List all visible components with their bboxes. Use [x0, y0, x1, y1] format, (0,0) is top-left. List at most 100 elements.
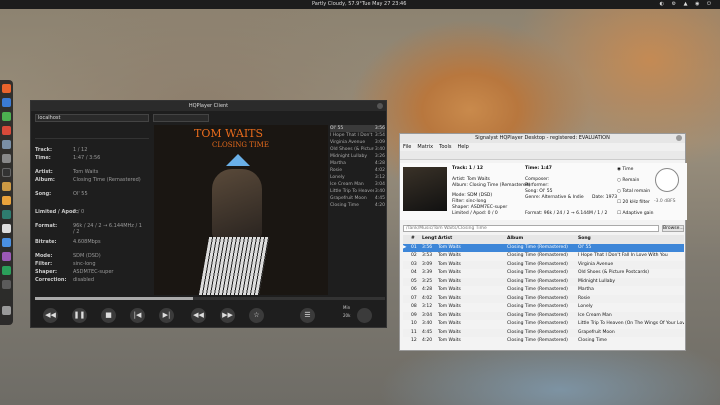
power-button[interactable] [357, 308, 372, 323]
menu-tools[interactable]: Tools [439, 144, 451, 150]
stop-button[interactable]: ■ [101, 308, 116, 323]
settings-icon[interactable] [2, 154, 11, 163]
seek-bar[interactable] [35, 297, 385, 300]
table-row[interactable]: 06 4:28 Tom Waits Closing Time (Remastered)… [403, 286, 684, 295]
volume-value: -3.0 dBFS [654, 199, 676, 204]
table-row[interactable]: 10 3:40 Tom Waits Closing Time (Remastered)… [403, 320, 684, 329]
playlist-item[interactable]: Lonely 3:12 [330, 174, 385, 181]
table-row[interactable]: 04 3:39 Tom Waits Closing Time (Remastered)… [403, 269, 684, 278]
pause-button[interactable]: ❚❚ [72, 308, 87, 323]
playlist-item[interactable]: Ice Cream Man 3:04 [330, 181, 385, 188]
table-row[interactable]: 07 4:02 Tom Waits Closing Time (Remastered)… [403, 294, 684, 303]
mail-icon[interactable] [2, 126, 11, 135]
option-remain[interactable]: ○ Remain [617, 178, 639, 183]
playlist-item[interactable]: Closing Time 4:20 [330, 202, 385, 209]
table-cell: Tom Waits [438, 244, 461, 250]
files-icon[interactable] [2, 140, 11, 149]
calendar-icon[interactable] [2, 224, 11, 233]
table-row[interactable]: 02 3:53 Tom Waits Closing Time (Remastered)… [403, 252, 684, 261]
playlist-item[interactable]: Martha 4:28 [330, 160, 385, 167]
column-header[interactable]: # [411, 235, 421, 244]
system-tray[interactable]: ◐ ⚙ ▲ ◉ ⏻ [660, 1, 714, 7]
column-header[interactable]: Album [507, 235, 577, 244]
playlist-item[interactable]: Virginia Avenue 3:09 [330, 139, 385, 146]
column-header[interactable]: Artist [438, 235, 506, 244]
option-time[interactable]: ◉ Time [617, 167, 633, 172]
artist-value: Tom Waits [73, 169, 99, 175]
previous-button[interactable]: |◀ [130, 308, 145, 323]
playlist-item[interactable]: Grapefruit Moon 4:45 [330, 195, 385, 202]
table-row[interactable]: 05 3:25 Tom Waits Closing Time (Remastered)… [403, 277, 684, 286]
table-row[interactable]: 12 4:20 Tom Waits Closing Time (Remastered)… [403, 337, 684, 346]
artist-field: Artist: Tom Waits [452, 177, 490, 182]
back-button[interactable]: ◀◀ [43, 308, 58, 323]
column-header[interactable]: Song [578, 235, 684, 244]
close-icon[interactable] [377, 103, 383, 109]
profile-selector[interactable] [153, 114, 209, 122]
playlist-item-title: Lonely [330, 175, 345, 180]
host-selector[interactable]: localhost [35, 114, 149, 122]
hqplayer-icon[interactable] [2, 280, 11, 289]
chrome-icon[interactable] [2, 112, 11, 121]
option-total-remain[interactable]: ○ Total remain [617, 189, 650, 194]
close-icon[interactable] [676, 135, 682, 141]
store-icon[interactable] [2, 252, 11, 261]
table-row[interactable]: 03 3:09 Tom Waits Closing Time (Remastered)… [403, 260, 684, 269]
table-cell: Closing Time (Remastered) [507, 261, 568, 267]
favorite-button[interactable]: ☆ [249, 308, 264, 323]
table-cell: Rosie [578, 295, 591, 301]
date-field: Date: 1973 [592, 195, 618, 200]
monitor-icon[interactable] [2, 266, 11, 275]
fast-forward-button[interactable]: ▶▶ [220, 308, 235, 323]
table-row[interactable]: 11 4:45 Tom Waits Closing Time (Remastered)… [403, 328, 684, 337]
table-cell: 12 [411, 338, 417, 343]
browse-button[interactable]: Browse... [662, 225, 684, 232]
filter-field: Filter: sinc-long [452, 199, 487, 204]
playlist-item[interactable]: Little Trip To Heaven (On The Wings Of Y… [330, 188, 385, 195]
trash-icon[interactable] [2, 306, 11, 315]
table-cell: Grapefruit Moon [578, 329, 615, 335]
music-icon[interactable] [2, 182, 11, 191]
table-row[interactable]: ▶ 01 3:56 Tom Waits Closing Time (Remastered… [403, 243, 684, 252]
browser-icon[interactable] [2, 98, 11, 107]
table-cell: 3:56 [422, 244, 433, 250]
rewind-button[interactable]: ◀◀ [191, 308, 206, 323]
mode-label: Mode: [35, 253, 53, 259]
table-row[interactable]: 09 3:04 Tom Waits Closing Time (Remastered)… [403, 311, 684, 320]
terminal-icon[interactable] [2, 168, 11, 177]
table-cell: 05 [411, 278, 417, 284]
editor-icon[interactable] [2, 210, 11, 219]
menu-matrix[interactable]: Matrix [417, 144, 433, 150]
table-cell: Closing Time (Remastered) [507, 321, 568, 326]
table-row[interactable]: 08 3:12 Tom Waits Closing Time (Remastered)… [403, 303, 684, 312]
seek-bar-fill [35, 297, 193, 300]
table-cell: Virginia Avenue [578, 261, 614, 267]
window-titlebar[interactable]: HQPlayer Client [31, 101, 386, 111]
menu-button[interactable]: ☰ [300, 308, 315, 323]
weather-indicator[interactable]: Partly Cloudy, 57.9° [312, 1, 362, 7]
adaptive-gain-checkbox[interactable]: ☐ Adaptive gain [617, 211, 654, 216]
playlist-item[interactable]: I Hope That I Don't Fall In Love With Yo… [330, 132, 385, 139]
menu-help[interactable]: Help [457, 144, 468, 150]
window-titlebar[interactable]: Signalyst HQPlayer Desktop - registered:… [400, 134, 685, 143]
playlist-item[interactable]: Ol' 55 3:56 [330, 125, 385, 132]
playlist-item[interactable]: Rosie 4:02 [330, 167, 385, 174]
playlist-item[interactable]: Old Shoes (& Picture Postcards)3:40 [330, 146, 385, 153]
photos-icon[interactable] [2, 196, 11, 205]
format-field: Format: 96k / 24 / 2 → 6.144M / 1 / 2 [525, 211, 608, 216]
firefox-icon[interactable] [2, 84, 11, 93]
next-button[interactable]: ▶| [159, 308, 174, 323]
track-label: Track: [35, 147, 52, 153]
chat-icon[interactable] [2, 238, 11, 247]
column-header[interactable]: Length [422, 235, 437, 244]
volume-dial[interactable] [655, 168, 679, 192]
table-cell: 3:39 [422, 270, 433, 275]
piano-keys [198, 237, 270, 295]
table-cell: Tom Waits [438, 278, 461, 284]
playlist-item[interactable]: Midnight Lullaby 3:26 [330, 153, 385, 160]
filter-20khz-checkbox[interactable]: ☐ 20 kHz filter [617, 200, 650, 205]
menu-file[interactable]: File [403, 144, 411, 150]
table-cell: 07 [411, 295, 417, 301]
path-input[interactable]: /Tank/Music/Tom Waits/Closing Time [403, 225, 659, 232]
clock[interactable]: Tue May 27 23:46 [362, 1, 406, 7]
